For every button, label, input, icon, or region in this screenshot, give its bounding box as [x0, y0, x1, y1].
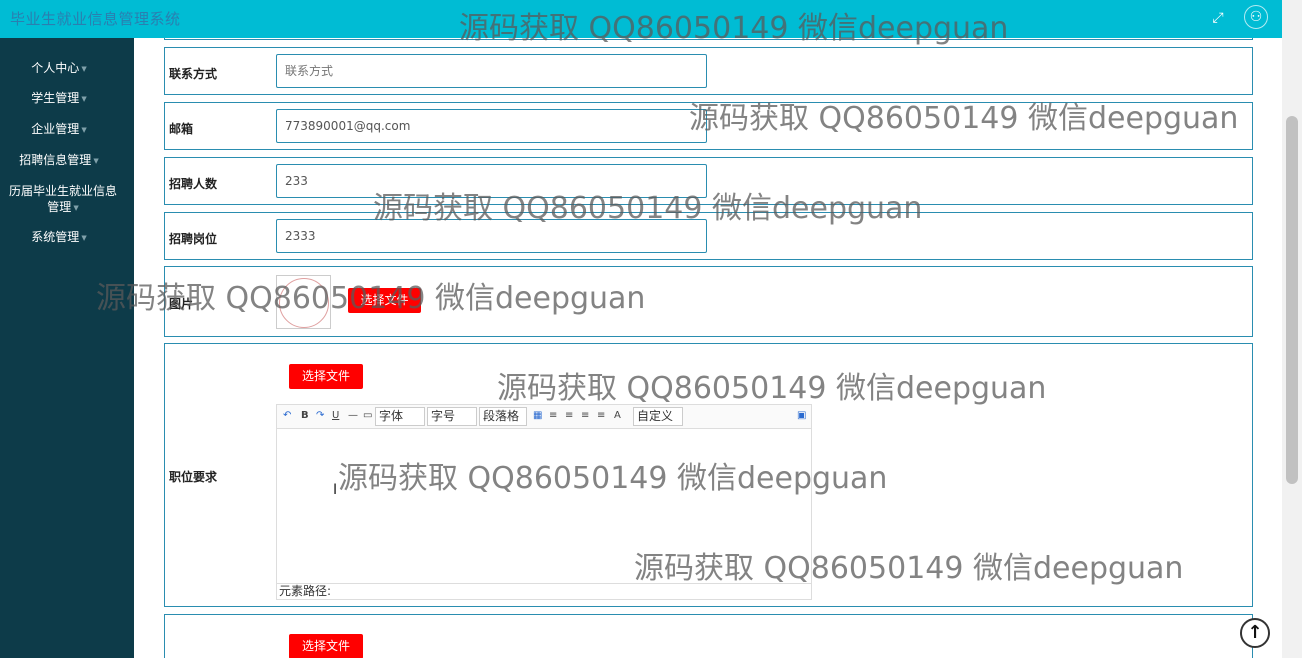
- paste-icon[interactable]: ▭: [363, 410, 372, 421]
- requirements-label: 职位要求: [169, 470, 218, 484]
- sidebar: 个人中心 ▼ 学生管理 ▼ 企业管理 ▼ 招聘信息管理 ▼ 历届毕业生就业信息管理 ▼ 系…: [0, 38, 134, 658]
- form-row-email: 邮箱 773890001@qq.com: [164, 102, 1253, 150]
- position-label: 招聘岗位: [169, 232, 218, 246]
- font-color-icon[interactable]: A: [614, 410, 621, 421]
- sidebar-item-recruitment-management[interactable]: 招聘信息管理 ▼: [0, 152, 118, 169]
- headcount-input[interactable]: 233: [276, 164, 707, 198]
- main-content: 联系方式 邮箱 773890001@qq.com 招聘人数 233 招聘岗位 2…: [134, 38, 1282, 658]
- scrollbar-thumb[interactable]: [1286, 116, 1298, 484]
- editor-toolbar: ↶ B ↷ U — ▭ 字体 字号 段落格 ▦ ≡ ≡ ≡ ≡ A 自定义 ▣: [277, 405, 811, 429]
- font-size-select[interactable]: 字号: [427, 407, 477, 426]
- image-placeholder-icon: [279, 278, 329, 328]
- sidebar-item-company-management[interactable]: 企业管理 ▼: [0, 121, 118, 138]
- image-preview: [276, 275, 331, 329]
- editor-element-path: 元素路径:: [277, 583, 811, 599]
- sidebar-item-system-management[interactable]: 系统管理 ▼: [0, 229, 118, 246]
- sidebar-item-student-management[interactable]: 学生管理 ▼: [0, 90, 118, 107]
- app-title: 毕业生就业信息管理系统: [10, 10, 181, 28]
- image-label: 图片: [169, 297, 194, 311]
- form-row-position: 招聘岗位 2333: [164, 212, 1253, 260]
- custom-select[interactable]: 自定义: [633, 407, 683, 426]
- font-select[interactable]: 字体: [375, 407, 425, 426]
- fullscreen-icon[interactable]: ▣: [797, 410, 806, 421]
- form-row-partial: [164, 38, 1253, 40]
- text-cursor-icon: I: [333, 482, 338, 498]
- contact-label: 联系方式: [169, 67, 218, 81]
- rich-text-editor[interactable]: ↶ B ↷ U — ▭ 字体 字号 段落格 ▦ ≡ ≡ ≡ ≡ A 自定义 ▣ …: [276, 404, 812, 600]
- sidebar-item-personal-center[interactable]: 个人中心 ▼: [0, 60, 118, 77]
- top-bar: 毕业生就业信息管理系统 ⤢ ⚇: [0, 0, 1282, 38]
- email-input[interactable]: 773890001@qq.com: [276, 109, 707, 143]
- form-row-requirements: 职位要求 选择文件 ↶ B ↷ U — ▭ 字体 字号 段落格 ▦ ≡ ≡ ≡ …: [164, 343, 1253, 607]
- form-row-image: 图片 选择文件: [164, 266, 1253, 337]
- align-right-icon[interactable]: ≡: [581, 410, 589, 421]
- contact-input[interactable]: [276, 54, 707, 88]
- headcount-label: 招聘人数: [169, 177, 218, 191]
- form-row-next: 选择文件: [164, 614, 1253, 658]
- position-input[interactable]: 2333: [276, 219, 707, 253]
- undo-icon[interactable]: ↶: [283, 410, 291, 421]
- underline-icon[interactable]: U: [332, 410, 339, 421]
- bold-icon[interactable]: B: [301, 410, 309, 421]
- align-left-icon[interactable]: ≡: [549, 410, 557, 421]
- expand-icon[interactable]: ⤢: [1207, 7, 1229, 29]
- email-label: 邮箱: [169, 122, 194, 136]
- redo-icon[interactable]: ↷: [316, 410, 324, 421]
- image-choose-file-button[interactable]: 选择文件: [348, 288, 421, 313]
- page-scrollbar[interactable]: [1282, 0, 1302, 658]
- form-row-contact: 联系方式: [164, 47, 1253, 95]
- next-choose-file-button[interactable]: 选择文件: [289, 634, 363, 658]
- sidebar-item-graduate-employment[interactable]: 历届毕业生就业信息管理 ▼: [6, 183, 120, 216]
- user-icon[interactable]: ⚇: [1244, 5, 1268, 29]
- justify-icon[interactable]: ≡: [597, 410, 605, 421]
- back-to-top-icon[interactable]: ↑: [1240, 618, 1270, 648]
- paragraph-select[interactable]: 段落格: [479, 407, 527, 426]
- requirements-choose-file-button[interactable]: 选择文件: [289, 364, 363, 389]
- table-icon[interactable]: ▦: [533, 410, 542, 421]
- form-row-headcount: 招聘人数 233: [164, 157, 1253, 205]
- align-center-icon[interactable]: ≡: [565, 410, 573, 421]
- horizontal-rule-icon[interactable]: —: [348, 410, 358, 421]
